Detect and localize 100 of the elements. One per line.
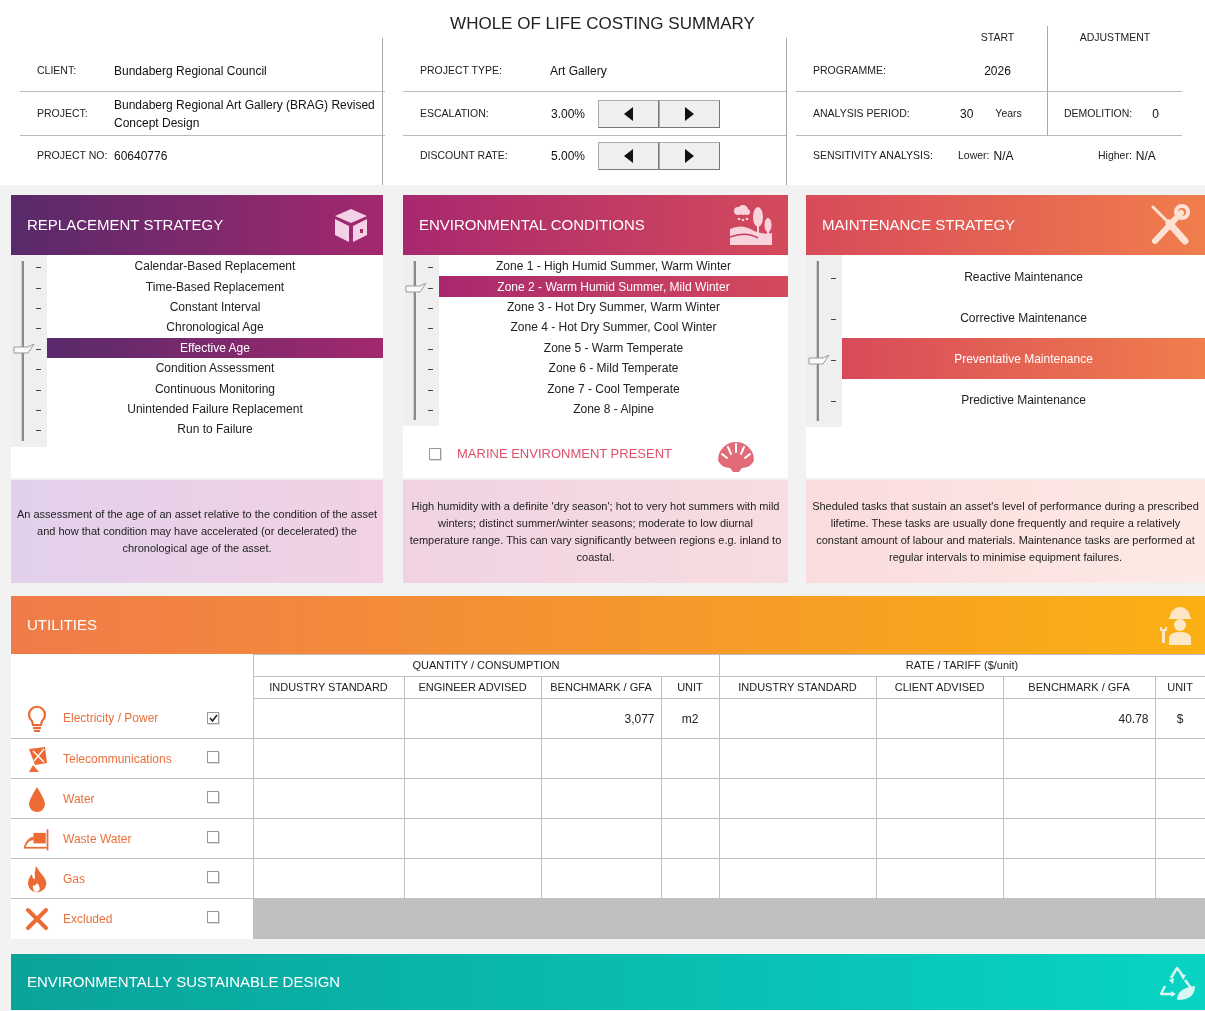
flame-icon	[26, 864, 48, 893]
panel-title: MAINTENANCE STRATEGY	[822, 214, 1016, 235]
field-value: Art Gallery	[550, 62, 607, 80]
column-heading: START	[980, 30, 1015, 46]
field-label: PROGRAMME:	[813, 62, 886, 78]
column-heading: ENGINEER ADVISED	[418, 681, 527, 694]
description-text: Sheduled tasks that sustain an asset's level of performance during a prescribed lifetime. These tasks are usually done frequently and require a relatively constant amount of labour and materials. Maintenance tasks are performed at regular intervals to minimise equipment failures.	[806, 480, 1205, 583]
column-heading: BENCHMARK / GFA	[1028, 681, 1130, 694]
field-value: Bundaberg Regional Council	[114, 62, 267, 80]
option-item[interactable]: Unintended Failure Replacement	[47, 398, 383, 420]
field-value: 2026	[984, 62, 1011, 80]
option-item[interactable]: Zone 8 - Alpine	[439, 398, 788, 420]
column-heading: UNIT	[677, 681, 703, 694]
utility-label: Gas	[63, 870, 85, 888]
checkbox[interactable]	[207, 790, 219, 803]
checkbox[interactable]	[207, 712, 219, 725]
column-heading: UNIT	[1167, 681, 1193, 694]
checkbox[interactable]	[207, 750, 219, 763]
field-value: 0	[1152, 105, 1159, 123]
field-label: DISCOUNT RATE:	[420, 148, 508, 164]
description-text: High humidity with a definite 'dry season'; hot to very hot summers with mild winters; distinct summer/winter seasons; moderate to low diurnal temperature range. This can vary significantly between regions e.g. inland to coastal.	[403, 480, 788, 583]
column-group-heading: QUANTITY / CONSUMPTION	[412, 659, 560, 672]
checkmark-icon	[208, 714, 218, 723]
slider[interactable]	[806, 255, 842, 427]
option-item[interactable]: Zone 5 - Warm Temperate	[439, 337, 788, 358]
panel-title: REPLACEMENT STRATEGY	[27, 214, 224, 235]
field-value: N/A	[993, 148, 1014, 165]
field-label: PROJECT NO:	[37, 148, 108, 164]
table-cell: m2	[681, 711, 699, 726]
option-item[interactable]: Zone 4 - Hot Dry Summer, Cool Winter	[439, 317, 788, 338]
field-label: Lower:	[958, 148, 990, 164]
column-heading: BENCHMARK / GFA	[550, 681, 652, 694]
option-item[interactable]: Chronological Age	[47, 317, 383, 338]
checkbox[interactable]	[207, 870, 219, 883]
box-icon	[333, 207, 369, 243]
utility-label: Telecommunications	[63, 750, 172, 768]
slider-thumb[interactable]	[808, 354, 830, 367]
table-cell: $	[1176, 711, 1184, 726]
option-item[interactable]: Constant Interval	[47, 296, 383, 318]
checkbox[interactable]	[207, 830, 219, 843]
option-item[interactable]: Zone 7 - Cool Temperate	[439, 378, 788, 399]
utility-label: Electricity / Power	[63, 710, 159, 728]
option-item[interactable]: Zone 6 - Mild Temperate	[439, 357, 788, 379]
field-label: SENSITIVITY ANALYSIS:	[813, 148, 933, 164]
column-heading: CLIENT ADVISED	[894, 681, 985, 694]
decrease-button[interactable]	[598, 99, 659, 128]
field-label: Higher:	[1098, 148, 1132, 164]
section-title: UTILITIES	[27, 614, 97, 635]
option-item[interactable]: Zone 2 - Warm Humid Summer, Mild Winter	[439, 276, 788, 297]
slider-thumb[interactable]	[13, 343, 35, 356]
triangle-right-icon	[685, 149, 694, 163]
field-value: 5.00%	[550, 148, 585, 165]
column-heading: INDUSTRY STANDARD	[738, 681, 857, 694]
checkbox[interactable]	[207, 910, 219, 923]
triangle-left-icon	[624, 149, 633, 163]
field-label: CLIENT:	[37, 62, 77, 78]
checkbox[interactable]	[429, 448, 441, 460]
option-item[interactable]: Reactive Maintenance	[842, 256, 1205, 297]
page-title: WHOLE OF LIFE COSTING SUMMARY	[450, 14, 755, 33]
option-item[interactable]: Time-Based Replacement	[47, 276, 383, 297]
field-value: 30	[960, 105, 974, 123]
table-cell: 40.78	[1118, 711, 1149, 726]
field-value: N/A	[1135, 148, 1156, 165]
slider[interactable]	[11, 255, 47, 447]
option-item[interactable]: Predictive Maintenance	[842, 379, 1205, 420]
option-item[interactable]: Zone 1 - High Humid Summer, Warm Winter	[439, 256, 788, 277]
increase-button[interactable]	[659, 142, 720, 170]
cross-icon	[25, 906, 49, 931]
field-label: ANALYSIS PERIOD:	[813, 105, 910, 121]
field-label: PROJECT:	[37, 105, 88, 121]
option-item[interactable]: Corrective Maintenance	[842, 297, 1205, 338]
field-label: ESCALATION:	[420, 105, 489, 121]
utility-label: Excluded	[63, 910, 113, 928]
field-label: DEMOLITION:	[1064, 105, 1133, 121]
triangle-left-icon	[624, 106, 633, 121]
decrease-button[interactable]	[598, 142, 659, 170]
panel-title: ENVIRONMENTAL CONDITIONS	[419, 214, 645, 235]
slider-thumb[interactable]	[405, 282, 427, 295]
description-text: An assessment of the age of an asset relative to the condition of the asset and how that condition may have accelerated (or decelerated) the chronological age of the asset.	[11, 480, 383, 583]
option-item[interactable]: Continuous Monitoring	[47, 378, 383, 399]
option-item[interactable]: Condition Assessment	[47, 357, 383, 379]
column-heading: ADJUSTMENT	[1079, 30, 1151, 46]
triangle-right-icon	[685, 106, 694, 121]
option-item[interactable]: Calendar-Based Replacement	[47, 256, 383, 277]
field-value: 3.00%	[550, 105, 585, 123]
increase-button[interactable]	[659, 99, 720, 128]
utility-label: Water	[63, 790, 95, 808]
option-item[interactable]: Preventative Maintenance	[842, 338, 1205, 379]
option-item[interactable]: Zone 3 - Hot Dry Summer, Warm Winter	[439, 296, 788, 318]
field-label: PROJECT TYPE:	[420, 62, 502, 78]
option-item[interactable]: Effective Age	[47, 337, 383, 358]
utility-label: Waste Water	[63, 830, 132, 848]
section-title: ENVIRONMENTALLY SUSTAINABLE DESIGN	[27, 971, 341, 992]
table-cell: 3,077	[624, 711, 655, 726]
slider[interactable]	[403, 255, 439, 427]
landscape-icon	[728, 205, 774, 245]
column-heading: INDUSTRY STANDARD	[269, 681, 388, 694]
field-value: Bundaberg Regional Art Gallery (BRAG) Revised Concept Design	[114, 96, 376, 132]
checkbox-label: MARINE ENVIRONMENT PRESENT	[457, 445, 672, 464]
option-item[interactable]: Run to Failure	[47, 419, 383, 440]
